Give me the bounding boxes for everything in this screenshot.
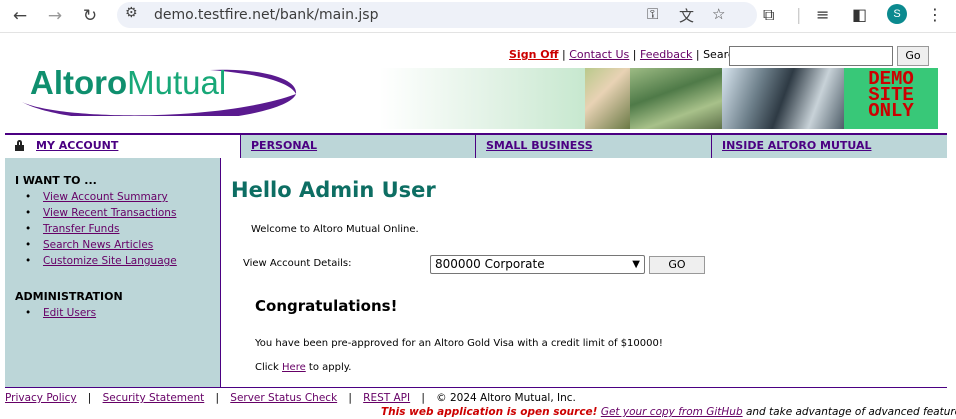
preapproved-text: You have been pre-approved for an Altoro… (255, 338, 663, 349)
list-item: Customize Site Language (37, 253, 177, 269)
apply-here-link[interactable]: Here (282, 362, 306, 373)
back-icon[interactable]: ← (10, 6, 30, 26)
top-links: Sign Off | Contact Us | Feedback | Searc… (509, 48, 741, 61)
menu-icon[interactable]: ⋮ (927, 5, 943, 24)
page-title: Hello Admin User (231, 178, 436, 202)
avatar[interactable]: S (887, 4, 907, 24)
logo[interactable]: AltoroMutual (20, 64, 300, 116)
sidebar-heading-administration: ADMINISTRATION (15, 290, 123, 303)
key-icon[interactable]: ⚿ (647, 5, 658, 23)
server-status-link[interactable]: Server Status Check (230, 392, 337, 404)
sidebar-heading-i-want-to: I WANT TO ... (15, 174, 97, 187)
tab-inside-altoro[interactable]: INSIDE ALTORO MUTUAL (711, 135, 947, 158)
copyright: © 2024 Altoro Mutual, Inc. (436, 392, 576, 404)
main-nav: MY ACCOUNT PERSONAL SMALL BUSINESS INSID… (5, 133, 947, 158)
translate-icon[interactable]: 文 (679, 5, 694, 26)
open-source-notice: This web application is open source! Get… (381, 406, 956, 418)
demo-site-badge: DEMO SITE ONLY (844, 68, 938, 129)
feedback-link[interactable]: Feedback (640, 48, 692, 61)
account-select[interactable]: 800000 Corporate ▼ (430, 255, 645, 274)
welcome-text: Welcome to Altoro Mutual Online. (251, 224, 419, 235)
extensions-icon[interactable]: ⧉ (763, 5, 774, 25)
view-account-label: View Account Details: (243, 258, 352, 269)
list-item: Transfer Funds (37, 221, 177, 237)
lock-icon (15, 140, 24, 151)
browser-toolbar: ← → ↻ ⚙ demo.testfire.net/bank/main.jsp … (0, 0, 956, 33)
sign-off-link[interactable]: Sign Off (509, 48, 559, 61)
banner-photo-keyboard (630, 68, 722, 129)
url-text[interactable]: demo.testfire.net/bank/main.jsp (154, 7, 378, 23)
logo-altoro: Altoro (30, 64, 128, 101)
site-info-icon[interactable]: ⚙ (125, 5, 138, 21)
banner-gradient (380, 68, 585, 129)
privacy-policy-link[interactable]: Privacy Policy (5, 392, 77, 404)
sidebar-links: View Account Summary View Recent Transac… (37, 189, 177, 269)
sidebar-item-edit-users[interactable]: Edit Users (43, 307, 96, 319)
list-item: View Account Summary (37, 189, 177, 205)
sidebar-item-account-summary[interactable]: View Account Summary (43, 191, 168, 203)
sidebar: I WANT TO ... View Account Summary View … (5, 158, 221, 387)
chevron-down-icon: ▼ (632, 259, 640, 270)
security-statement-link[interactable]: Security Statement (103, 392, 205, 404)
logo-mutual: Mutual (127, 64, 227, 101)
rest-api-link[interactable]: REST API (363, 392, 410, 404)
tab-my-account[interactable]: MY ACCOUNT (5, 135, 240, 158)
github-link[interactable]: Get your copy from GitHub (601, 406, 743, 418)
tab-small-business[interactable]: SMALL BUSINESS (475, 135, 711, 158)
media-icon[interactable]: ≡ (816, 5, 829, 24)
toolbar-divider: | (796, 5, 802, 24)
forward-icon[interactable]: → (45, 6, 65, 26)
sidebar-admin-links: Edit Users (37, 305, 96, 321)
contact-us-link[interactable]: Contact Us (569, 48, 629, 61)
list-item: Search News Articles (37, 237, 177, 253)
page: Sign Off | Contact Us | Feedback | Searc… (0, 38, 956, 419)
sidepanel-icon[interactable]: ◧ (852, 5, 867, 24)
footer: Privacy Policy | Security Statement | Server… (5, 387, 947, 404)
search-go-button[interactable]: Go (897, 46, 929, 66)
list-item: View Recent Transactions (37, 205, 177, 221)
banner-photo-meeting (722, 68, 844, 129)
sidebar-item-recent-transactions[interactable]: View Recent Transactions (43, 207, 176, 219)
star-icon[interactable]: ☆ (712, 5, 725, 23)
address-bar[interactable]: ⚙ demo.testfire.net/bank/main.jsp ⚿ 文 ☆ (117, 2, 757, 28)
apply-text: Click Here to apply. (255, 362, 352, 373)
search-input[interactable] (729, 46, 893, 66)
congrats-heading: Congratulations! (255, 297, 398, 315)
sidebar-item-transfer-funds[interactable]: Transfer Funds (43, 223, 119, 235)
main-content: Hello Admin User Welcome to Altoro Mutua… (222, 158, 947, 387)
sidebar-item-customize-language[interactable]: Customize Site Language (43, 255, 177, 267)
list-item: Edit Users (37, 305, 96, 321)
account-go-button[interactable]: GO (649, 256, 705, 274)
tab-personal[interactable]: PERSONAL (240, 135, 475, 158)
reload-icon[interactable]: ↻ (80, 6, 100, 26)
banner-photo-woman (585, 68, 630, 129)
sidebar-item-search-news[interactable]: Search News Articles (43, 239, 153, 251)
